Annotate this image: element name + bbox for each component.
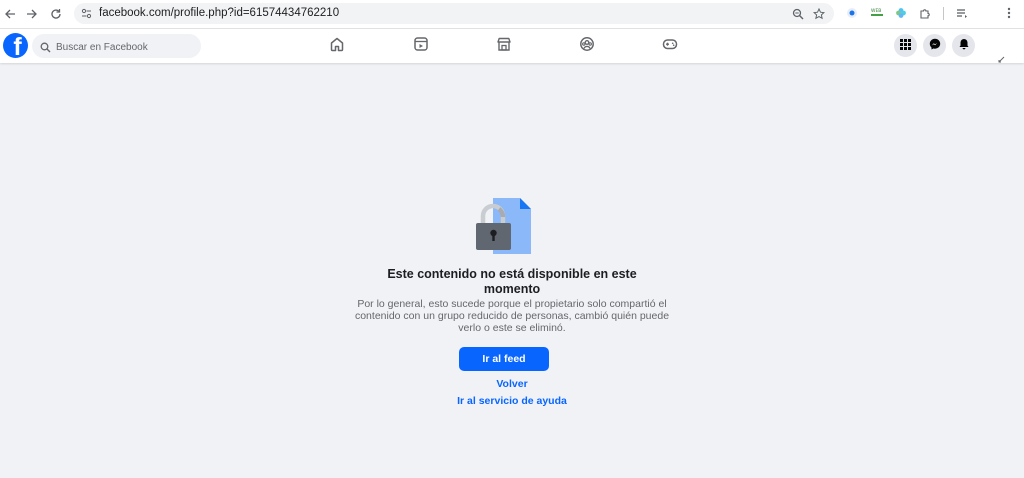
extension-flower-icon[interactable] (894, 6, 908, 20)
help-center-link[interactable]: Ir al servicio de ayuda (362, 395, 662, 407)
extension-record-icon[interactable] (845, 6, 859, 20)
toolbar-divider (943, 7, 944, 20)
search-box[interactable] (32, 34, 201, 58)
grid-menu-icon (900, 37, 911, 55)
error-description: Por lo general, esto sucede porque el pr… (354, 298, 670, 334)
back-arrow-icon[interactable] (0, 4, 20, 24)
facebook-logo-icon[interactable]: f (3, 33, 28, 58)
tab-marketplace[interactable] (491, 34, 517, 58)
notifications-button[interactable] (952, 34, 975, 57)
lock-document-icon (476, 198, 531, 254)
extension-web-icon[interactable]: WEB (870, 6, 884, 20)
home-icon (329, 36, 345, 57)
back-link[interactable]: Volver (362, 378, 662, 390)
search-input[interactable] (54, 37, 198, 57)
tab-video[interactable] (408, 34, 434, 58)
facebook-header: f (0, 29, 1024, 63)
messenger-button[interactable] (923, 34, 946, 57)
go-to-feed-button[interactable]: Ir al feed (459, 347, 549, 371)
marketplace-icon (496, 36, 512, 57)
svg-text:WEB: WEB (871, 8, 881, 14)
groups-icon (579, 36, 595, 57)
browser-menu-icon[interactable] (1002, 6, 1016, 20)
search-icon (40, 40, 51, 58)
tab-groups[interactable] (574, 34, 600, 58)
bell-icon (958, 37, 970, 55)
reload-icon[interactable] (46, 4, 66, 24)
address-bar[interactable]: facebook.com/profile.php?id=615744347622… (74, 3, 834, 24)
locked-content-illustration (473, 198, 533, 254)
zoom-icon[interactable] (790, 6, 805, 21)
tab-gaming[interactable] (657, 34, 683, 58)
browser-toolbar: facebook.com/profile.php?id=615744347622… (0, 0, 1024, 29)
expand-corner-icon[interactable] (998, 50, 1006, 63)
url-text[interactable]: facebook.com/profile.php?id=615744347622… (99, 7, 339, 19)
main-content: Este contenido no está disponible en est… (0, 64, 1024, 478)
forward-arrow-icon[interactable] (22, 4, 42, 24)
bookmark-star-icon[interactable] (811, 6, 826, 21)
error-title: Este contenido no está disponible en est… (387, 267, 637, 296)
site-info-icon[interactable] (80, 7, 93, 20)
messenger-icon (929, 37, 941, 55)
video-icon (413, 36, 429, 57)
menu-button[interactable] (894, 34, 917, 57)
tab-home[interactable] (324, 34, 350, 58)
puzzle-extensions-icon[interactable] (918, 6, 932, 20)
reading-list-icon[interactable] (955, 6, 969, 20)
gamepad-icon (662, 36, 678, 57)
